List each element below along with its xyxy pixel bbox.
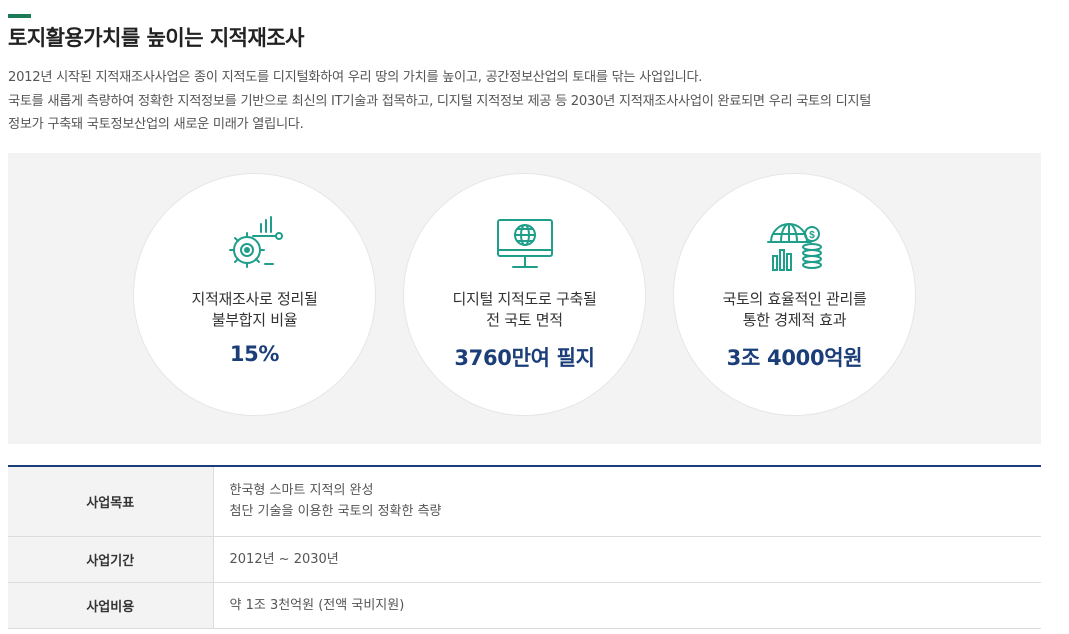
svg-text:$: $ [809, 230, 815, 241]
stat-value: 15% [229, 342, 280, 366]
stat-value: 3조 4000억원 [726, 346, 863, 370]
table-value-line: 첨단 기술을 이용한 국토의 정확한 측량 [229, 504, 442, 520]
stat-label-line: 불부합지 비율 [211, 311, 298, 329]
table-row: 사업목표 한국형 스마트 지적의 완성 첨단 기술을 이용한 국토의 정확한 측… [8, 466, 1041, 537]
project-info-table: 사업목표 한국형 스마트 지적의 완성 첨단 기술을 이용한 국토의 정확한 측… [8, 465, 1041, 629]
table-value-cell: 2012년 ~ 2030년 [213, 536, 1041, 583]
table-row: 사업비용 약 1조 3천억원 (전액 국비지원) [8, 582, 1041, 629]
stats-panel: 지적재조사로 정리될 불부합지 비율 15% 디지털 지적도로 구축될 전 국토… [8, 153, 1041, 444]
table-header-cell: 사업비용 [8, 582, 214, 629]
stat-circle-mismatch-ratio: 지적재조사로 정리될 불부합지 비율 15% [133, 173, 376, 416]
stat-label-line: 디지털 지적도로 구축될 [452, 290, 597, 308]
table-header-cell: 사업기간 [8, 536, 214, 583]
intro-line-3: 정보가 구축돼 국토정보산업의 새로운 미래가 열립니다. [8, 117, 304, 132]
table-value-line: 약 1조 3천억원 (전액 국비지원) [229, 597, 405, 613]
globe-coins-icon: $ [766, 223, 822, 271]
title-accent-bar [8, 14, 31, 18]
intro-text: 2012년 시작된 지적재조사사업은 종이 지적도를 디지털화하여 우리 땅의 … [8, 66, 1048, 137]
stat-label: 지적재조사로 정리될 불부합지 비율 [134, 289, 375, 331]
stat-label: 국토의 효율적인 관리를 통한 경제적 효과 [674, 289, 915, 331]
stat-label: 디지털 지적도로 구축될 전 국토 면적 [404, 289, 645, 331]
stat-label-line: 국토의 효율적인 관리를 [722, 290, 867, 308]
intro-line-2: 국토를 새롭게 측량하여 정확한 지적정보를 기반으로 최신의 IT기술과 접목… [8, 93, 872, 109]
stat-label-line: 전 국토 면적 [486, 311, 563, 329]
table-value-line: 한국형 스마트 지적의 완성 [229, 483, 374, 499]
table-header-cell: 사업목표 [8, 466, 214, 537]
stat-label-line: 지적재조사로 정리될 [191, 290, 318, 308]
table-value-line: 2012년 ~ 2030년 [229, 551, 339, 567]
intro-line-1: 2012년 시작된 지적재조사사업은 종이 지적도를 디지털화하여 우리 땅의 … [8, 70, 703, 85]
table-value-cell: 한국형 스마트 지적의 완성 첨단 기술을 이용한 국토의 정확한 측량 [213, 466, 1041, 537]
stat-label-line: 통한 경제적 효과 [742, 311, 847, 329]
stat-circle-digital-area: 디지털 지적도로 구축될 전 국토 면적 3760만여 필지 [403, 173, 646, 416]
monitor-globe-icon [496, 219, 553, 268]
table-value-cell: 약 1조 3천억원 (전액 국비지원) [213, 582, 1041, 629]
table-row: 사업기간 2012년 ~ 2030년 [8, 536, 1041, 583]
gear-chart-icon [228, 216, 283, 268]
stat-circle-economic-effect: $ 국토의 효율적인 관리를 통한 경제적 효과 3조 4000억원 [673, 173, 916, 416]
page-title: 토지활용가치를 높이는 지적재조사 [8, 26, 304, 50]
stat-value: 3760만여 필지 [454, 346, 595, 370]
